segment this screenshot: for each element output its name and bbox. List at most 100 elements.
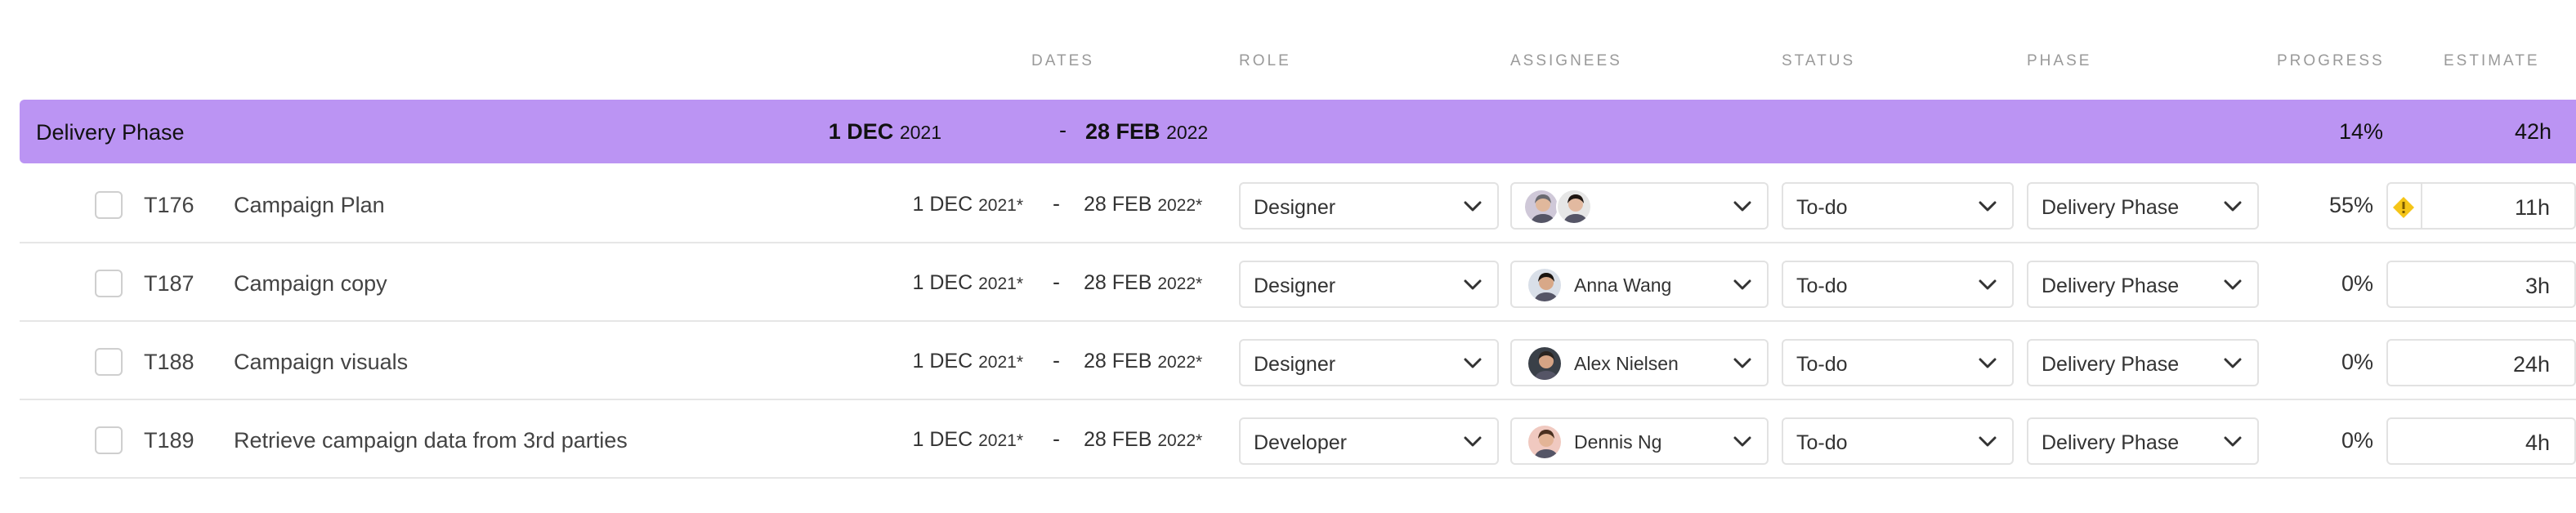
task-end-date[interactable]: 28 FEB 2022* <box>1084 350 1202 373</box>
status-select[interactable]: To-do <box>1782 339 2014 386</box>
phase-value: Delivery Phase <box>2042 274 2180 297</box>
estimate-input[interactable]: 11h <box>2386 182 2576 230</box>
avatar <box>1523 189 1559 225</box>
task-end-date[interactable]: 28 FEB 2022* <box>1084 193 1202 216</box>
status-select[interactable]: To-do <box>1782 182 2014 230</box>
status-value: To-do <box>1796 353 1848 376</box>
task-checkbox[interactable] <box>95 270 123 297</box>
chevron-down-icon <box>1979 201 1997 212</box>
group-estimate: 42h <box>2515 119 2552 144</box>
task-checkbox[interactable] <box>95 191 123 219</box>
status-value: To-do <box>1796 431 1848 454</box>
task-name[interactable]: Campaign visuals <box>234 350 408 375</box>
group-name: Delivery Phase <box>36 120 185 145</box>
header-role: ROLE <box>1239 52 1291 69</box>
header-progress: PROGRESS <box>2277 52 2385 69</box>
role-value: Designer <box>1254 196 1336 219</box>
chevron-down-icon <box>1979 279 1997 290</box>
warning-diamond-icon <box>2393 197 2414 218</box>
header-status: STATUS <box>1782 52 1856 69</box>
assignee-select[interactable]: Dennis Ng <box>1510 417 1769 465</box>
estimate-value: 11h <box>2514 195 2550 220</box>
estimate-divider <box>2421 184 2422 228</box>
role-value: Developer <box>1254 431 1347 454</box>
task-end-date[interactable]: 28 FEB 2022* <box>1084 271 1202 295</box>
chevron-down-icon <box>1733 279 1751 290</box>
chevron-down-icon <box>1464 279 1482 290</box>
phase-value: Delivery Phase <box>2042 353 2180 376</box>
task-name[interactable]: Campaign Plan <box>234 193 385 218</box>
role-select[interactable]: Designer <box>1239 261 1499 308</box>
assignee-name: Dennis Ng <box>1574 431 1662 453</box>
task-row[interactable]: T189 Retrieve campaign data from 3rd par… <box>20 400 2576 479</box>
task-progress: 55% <box>2328 193 2373 217</box>
chevron-down-icon <box>1733 436 1751 447</box>
task-start-date[interactable]: 1 DEC 2021* <box>913 193 1023 216</box>
phase-select[interactable]: Delivery Phase <box>2027 339 2259 386</box>
role-value: Designer <box>1254 274 1336 297</box>
group-date-separator: - <box>1059 118 1067 142</box>
task-end-date[interactable]: 28 FEB 2022* <box>1084 428 1202 452</box>
task-progress: 0% <box>2341 350 2373 374</box>
status-select[interactable]: To-do <box>1782 417 2014 465</box>
estimate-input[interactable]: 24h <box>2386 339 2576 386</box>
chevron-down-icon <box>1464 358 1482 368</box>
avatar <box>1527 267 1563 303</box>
phase-select[interactable]: Delivery Phase <box>2027 182 2259 230</box>
header-phase: PHASE <box>2027 52 2092 69</box>
header-assignees: ASSIGNEES <box>1510 52 1622 69</box>
assignee-select[interactable] <box>1510 182 1769 230</box>
phase-value: Delivery Phase <box>2042 431 2180 454</box>
task-start-date[interactable]: 1 DEC 2021* <box>913 271 1023 295</box>
assignee-name: Anna Wang <box>1574 274 1672 296</box>
estimate-input[interactable]: 3h <box>2386 261 2576 308</box>
status-value: To-do <box>1796 196 1848 219</box>
chevron-down-icon <box>2224 436 2242 447</box>
estimate-value: 24h <box>2512 352 2550 377</box>
task-progress: 0% <box>2341 428 2373 453</box>
task-row[interactable]: T176 Campaign Plan 1 DEC 2021* - 28 FEB … <box>20 165 2576 243</box>
chevron-down-icon <box>1733 201 1751 212</box>
estimate-value: 3h <box>2525 274 2550 298</box>
task-id: T176 <box>144 193 195 217</box>
task-checkbox[interactable] <box>95 348 123 376</box>
chevron-down-icon <box>1979 358 1997 368</box>
task-start-date[interactable]: 1 DEC 2021* <box>913 350 1023 373</box>
header-dates: DATES <box>1031 52 1094 69</box>
status-select[interactable]: To-do <box>1782 261 2014 308</box>
role-value: Designer <box>1254 353 1336 376</box>
role-select[interactable]: Designer <box>1239 339 1499 386</box>
task-date-separator: - <box>1053 191 1060 216</box>
group-end-date: 28 FEB 2022 <box>1085 119 1209 144</box>
estimate-input[interactable]: 4h <box>2386 417 2576 465</box>
estimate-value: 4h <box>2525 430 2550 455</box>
header-estimate: ESTIMATE <box>2444 52 2540 69</box>
status-value: To-do <box>1796 274 1848 297</box>
assignee-name: Alex Nielsen <box>1574 353 1679 374</box>
task-row[interactable]: T187 Campaign copy 1 DEC 2021* - 28 FEB … <box>20 243 2576 322</box>
task-checkbox[interactable] <box>95 426 123 454</box>
avatar <box>1556 189 1592 225</box>
chevron-down-icon <box>2224 279 2242 290</box>
phase-select[interactable]: Delivery Phase <box>2027 261 2259 308</box>
role-select[interactable]: Developer <box>1239 417 1499 465</box>
phase-group-row[interactable]: Delivery Phase 1 DEC 2021 - 28 FEB 2022 … <box>20 100 2576 163</box>
assignee-select[interactable]: Alex Nielsen <box>1510 339 1769 386</box>
task-date-separator: - <box>1053 270 1060 294</box>
task-row[interactable]: T188 Campaign visuals 1 DEC 2021* - 28 F… <box>20 322 2576 400</box>
task-name[interactable]: Campaign copy <box>234 271 387 297</box>
avatar <box>1527 424 1563 460</box>
chevron-down-icon <box>1464 201 1482 212</box>
avatar <box>1527 346 1563 381</box>
task-name[interactable]: Retrieve campaign data from 3rd parties <box>234 428 628 453</box>
chevron-down-icon <box>1979 436 1997 447</box>
phase-value: Delivery Phase <box>2042 196 2180 219</box>
phase-select[interactable]: Delivery Phase <box>2027 417 2259 465</box>
group-progress: 14% <box>2338 119 2383 144</box>
group-start-date: 1 DEC 2021 <box>828 119 941 144</box>
assignee-select[interactable]: Anna Wang <box>1510 261 1769 308</box>
task-start-date[interactable]: 1 DEC 2021* <box>913 428 1023 452</box>
task-id: T189 <box>144 428 195 453</box>
task-progress: 0% <box>2341 271 2373 296</box>
role-select[interactable]: Designer <box>1239 182 1499 230</box>
